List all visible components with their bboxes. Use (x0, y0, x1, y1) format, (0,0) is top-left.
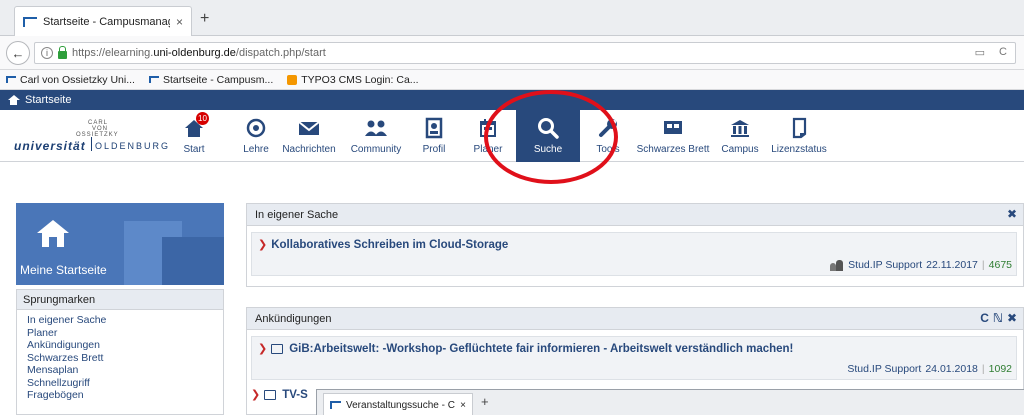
bookmark-uni[interactable]: Carl von Ossietzky Uni... (6, 74, 135, 86)
nav-profil[interactable]: Profil (416, 110, 452, 162)
chevron-right-icon: ❯ (258, 239, 268, 251)
home-icon (8, 95, 20, 105)
second-browser-window: Veranstaltungssuche - Ca... × + (316, 389, 1024, 415)
entry-meta: Stud.IP Support 22.11.2017 | 4675 (830, 259, 1012, 271)
sidebar-hero-title: Meine Startseite (20, 263, 107, 277)
new-tab-button[interactable]: + (481, 394, 489, 409)
nav-start[interactable]: 10 Start (176, 110, 212, 162)
entry-date: 24.01.2018 (925, 363, 978, 375)
typo3-icon (287, 74, 298, 85)
university-logo[interactable]: CARL VON OSSIETZKY universität OLDENBURG (14, 120, 168, 154)
jump-marks-box: Sprungmarken In eigener Sache Planer Ank… (16, 289, 224, 415)
entry-title[interactable]: GiB:Arbeitswelt: -Workshop- Geflüchtete … (289, 343, 793, 355)
nav-lizenzstatus[interactable]: Lizenzstatus (770, 110, 828, 162)
sidebar-hero: Meine Startseite (16, 203, 224, 285)
panel-title: In eigener Sache (255, 208, 339, 221)
panel-own-matter: In eigener Sache ✖ ❯ Kollaboratives Schr… (246, 203, 1024, 287)
chevron-right-icon: ❯ (251, 389, 261, 401)
entry-author[interactable]: Stud.IP Support (847, 363, 921, 375)
close-icon[interactable]: ✖ (1007, 207, 1017, 221)
favicon-icon (330, 401, 341, 409)
back-button[interactable]: ← (6, 41, 30, 65)
jump-link[interactable]: Mensaplan (27, 364, 213, 377)
entry-author[interactable]: Stud.IP Support (848, 259, 922, 271)
close-tab-icon[interactable]: × (460, 400, 466, 411)
entry-title[interactable]: TV-S (282, 389, 308, 401)
panel-header: In eigener Sache ✖ (247, 204, 1023, 226)
address-bar[interactable]: i https://elearning.uni-oldenburg.de/dis… (34, 42, 1016, 64)
bookmark-typo3[interactable]: TYPO3 CMS Login: Ca... (287, 74, 419, 86)
favicon-icon (148, 76, 159, 83)
notification-badge: 10 (196, 112, 209, 125)
nav-community[interactable]: Community (346, 110, 406, 162)
panel-title: Ankündigungen (255, 312, 332, 325)
announcement-entry[interactable]: ❯ GiB:Arbeitswelt: -Workshop- Geflüchtet… (251, 336, 1017, 380)
jump-marks-list: In eigener Sache Planer Ankündigungen Sc… (17, 310, 223, 406)
jump-link[interactable]: Ankündigungen (27, 339, 213, 352)
announcement-icon (271, 343, 284, 354)
announcement-entry-partial[interactable]: ❯ TV-S (251, 388, 308, 402)
tab-title: Veranstaltungssuche - Ca... (346, 399, 455, 411)
browser-tab-active[interactable]: Startseite - Campusmanag... × (14, 6, 192, 36)
entry-title[interactable]: Kollaboratives Schreiben im Cloud-Storag… (271, 239, 508, 251)
nav-schwarzes-brett[interactable]: Schwarzes Brett (636, 110, 710, 162)
address-bar-actions: ▭ C (975, 46, 1007, 59)
browser-tab-strip: Startseite - Campusmanag... × + (0, 0, 1024, 36)
entry-views: 4675 (988, 259, 1012, 271)
rss-icon[interactable]: ℕ (993, 311, 1003, 325)
entry-meta: Stud.IP Support 24.01.2018 | 1092 (847, 363, 1012, 375)
announcement-icon (264, 389, 277, 400)
close-icon[interactable]: ✖ (1007, 311, 1017, 325)
chevron-right-icon: ❯ (258, 343, 268, 355)
favicon-icon (23, 16, 37, 27)
people-icon (363, 115, 389, 141)
home-icon (37, 220, 69, 247)
jump-link[interactable]: Schwarzes Brett (27, 352, 213, 365)
lock-icon (58, 45, 67, 59)
new-tab-button[interactable]: + (200, 10, 209, 28)
board-icon (662, 115, 684, 141)
logo-carl-von-ossietzky: CARL VON OSSIETZKY (76, 120, 119, 138)
browser-tab[interactable]: Veranstaltungssuche - Ca... × (323, 393, 473, 415)
nav-campus[interactable]: Campus (718, 110, 762, 162)
url-text: https://elearning.uni-oldenburg.de/dispa… (72, 47, 326, 59)
news-entry[interactable]: ❯ Kollaboratives Schreiben im Cloud-Stor… (251, 232, 1017, 276)
entry-date: 22.11.2017 (926, 259, 978, 271)
jump-link[interactable]: Fragebögen (27, 389, 213, 402)
avatar-icon (830, 259, 844, 271)
annotation-circle (484, 90, 618, 184)
profile-icon (424, 115, 444, 141)
jump-link[interactable]: Schnellzugriff (27, 377, 213, 390)
nav-lehre[interactable]: Lehre (236, 110, 276, 162)
close-tab-icon[interactable]: × (176, 15, 183, 29)
lehre-icon (245, 115, 267, 141)
bookmark-startseite[interactable]: Startseite - Campusm... (148, 74, 273, 86)
entry-views: 1092 (988, 363, 1012, 375)
favicon-icon (6, 76, 16, 83)
document-icon (789, 115, 809, 141)
reload-icon[interactable]: C (999, 46, 1007, 59)
browser-toolbar: ← i https://elearning.uni-oldenburg.de/d… (0, 36, 1024, 70)
jump-marks-title: Sprungmarken (17, 290, 223, 310)
info-icon[interactable]: i (41, 47, 53, 59)
nav-nachrichten[interactable]: Nachrichten (276, 110, 342, 162)
bookmarks-toolbar: Carl von Ossietzky Uni... Startseite - C… (0, 70, 1024, 90)
refresh-icon[interactable]: C (980, 311, 989, 325)
jump-link[interactable]: In eigener Sache (27, 314, 213, 327)
panel-header: Ankündigungen C ℕ ✖ (247, 308, 1023, 330)
page-title[interactable]: Startseite (25, 94, 71, 106)
reader-view-icon[interactable]: ▭ (975, 46, 985, 59)
tab-title: Startseite - Campusmanag... (43, 15, 170, 28)
building-icon (729, 115, 751, 141)
envelope-icon (297, 115, 321, 141)
jump-link[interactable]: Planer (27, 327, 213, 340)
